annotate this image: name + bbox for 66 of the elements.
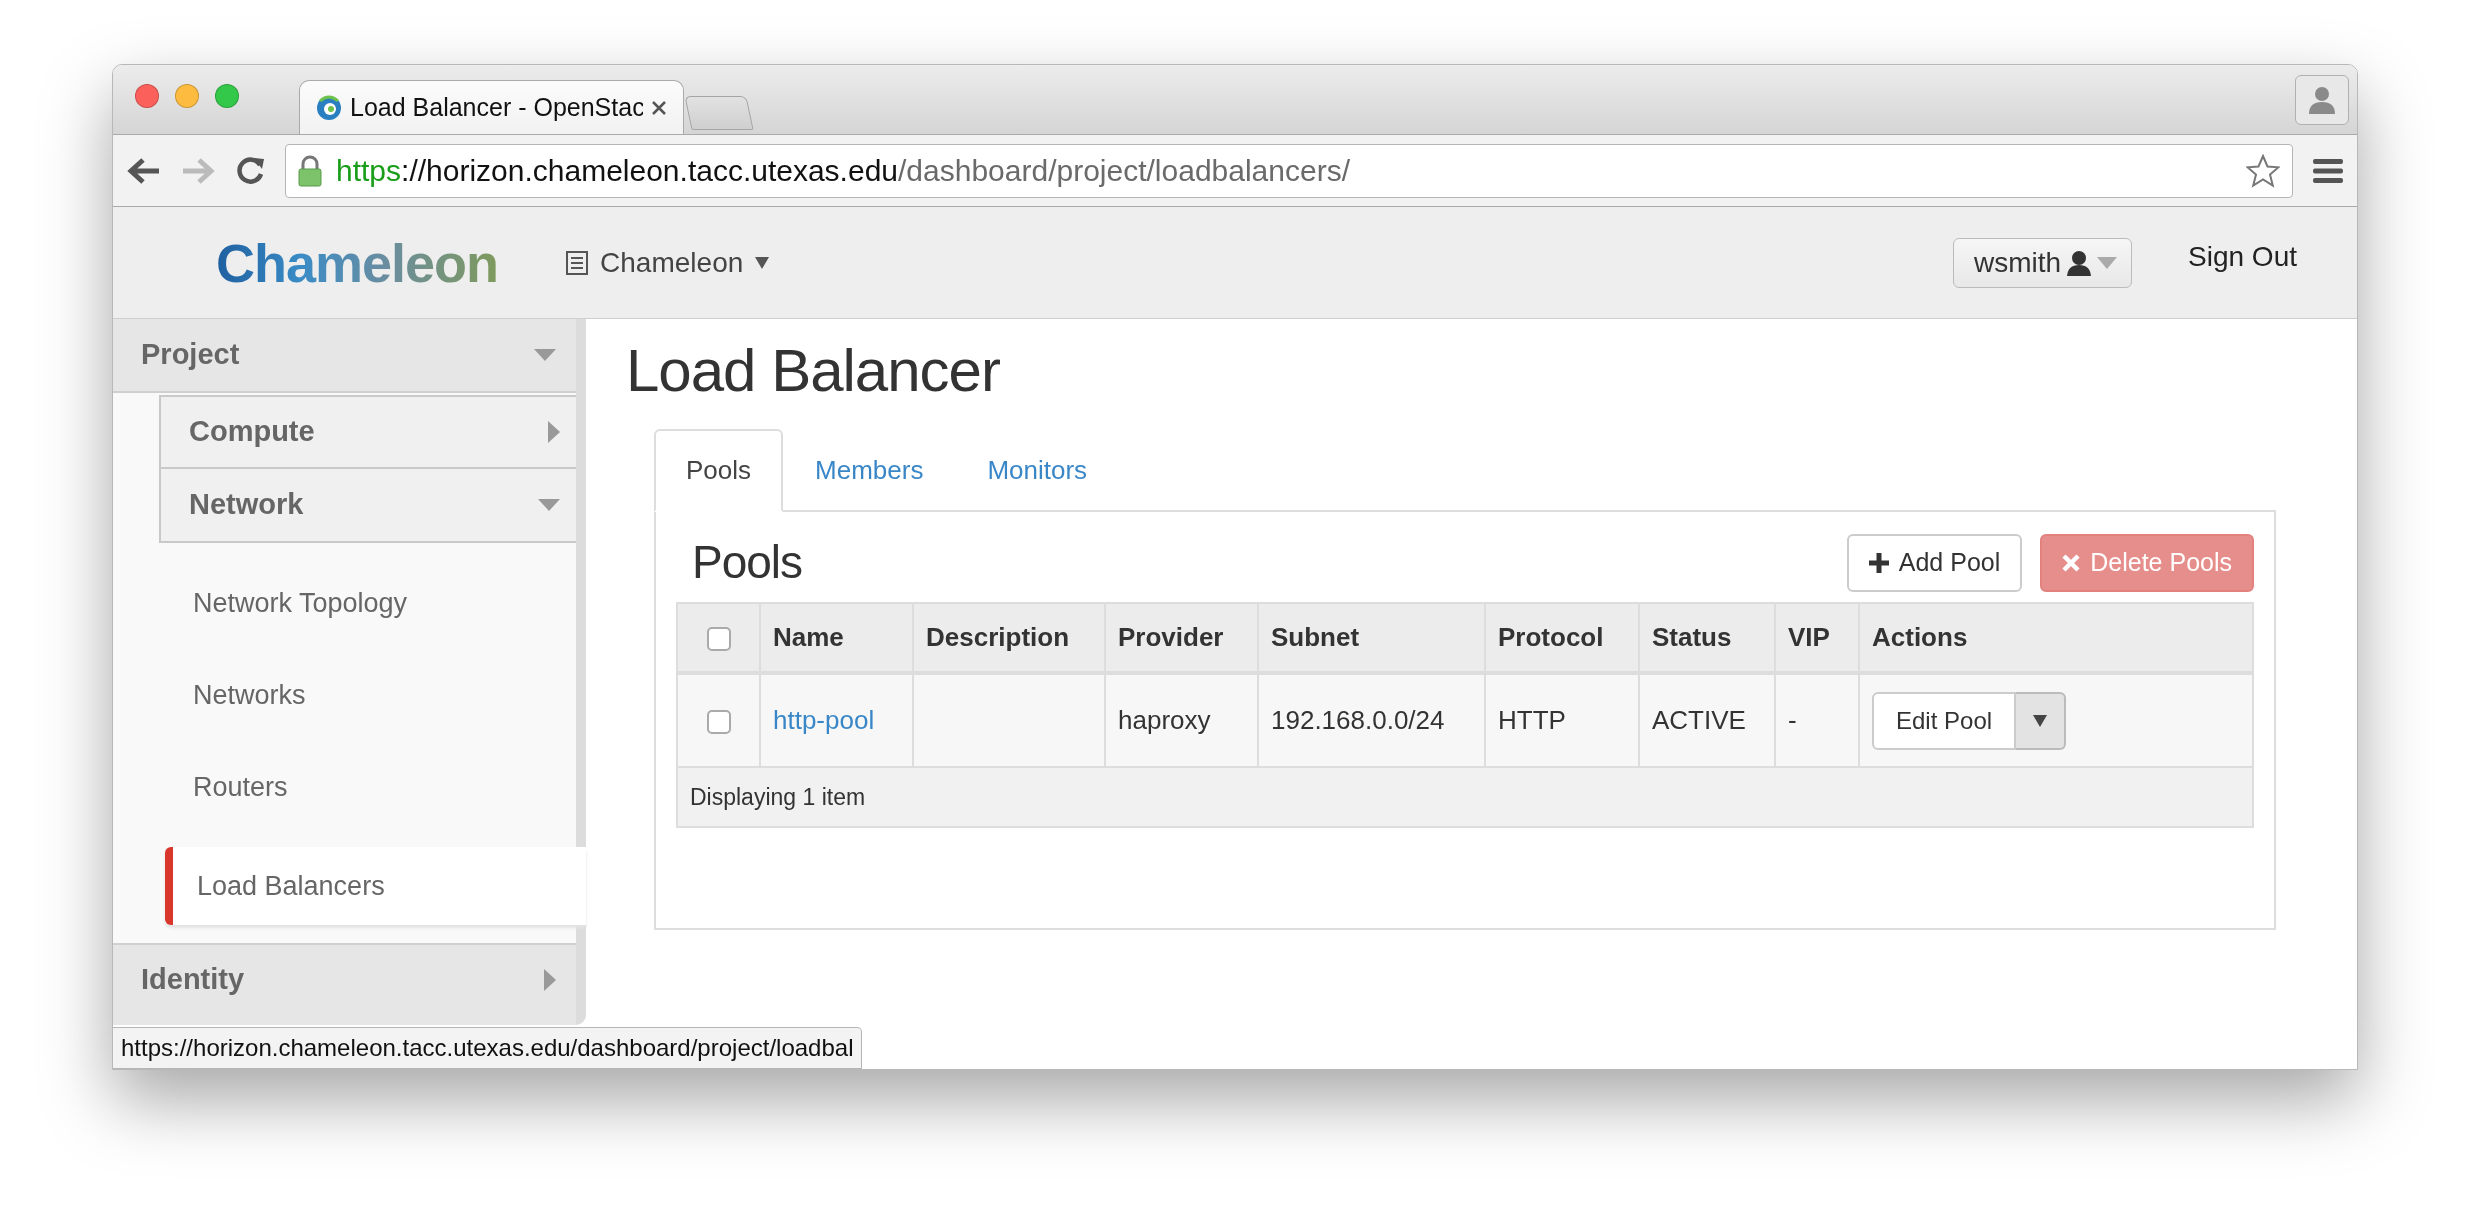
caret-right-icon <box>548 421 560 443</box>
project-dropdown[interactable]: Chameleon <box>560 240 776 285</box>
column-header: Description <box>913 603 1105 673</box>
sidebar-group[interactable]: Network <box>159 469 576 543</box>
sidebar-item[interactable]: Network Topology <box>163 557 576 649</box>
table-footer: Displaying 1 item <box>677 767 2253 827</box>
column-header: Status <box>1639 603 1775 673</box>
profile-button[interactable] <box>2295 74 2349 125</box>
back-icon <box>127 155 161 186</box>
person-icon <box>2309 85 2335 114</box>
user-dropdown[interactable]: wsmith <box>1952 237 2133 288</box>
sidebar-item[interactable]: Routers <box>163 741 576 833</box>
table-cell: HTTP <box>1485 673 1639 767</box>
dropdown-toggle[interactable] <box>2016 691 2067 750</box>
tab[interactable]: Monitors <box>955 429 1120 512</box>
table-cell: - <box>1775 673 1859 767</box>
row-checkbox[interactable] <box>706 710 731 735</box>
column-header: Name <box>760 603 913 673</box>
tab[interactable]: Members <box>783 429 956 512</box>
close-icon[interactable] <box>651 99 667 116</box>
zoom-button[interactable] <box>215 83 239 108</box>
lock-icon <box>298 154 322 187</box>
star-icon[interactable] <box>2246 153 2280 188</box>
caret-right-icon <box>544 969 556 991</box>
tab[interactable]: Pools <box>654 429 784 512</box>
sidebar-item[interactable]: Networks <box>163 649 576 741</box>
menu-icon <box>2313 158 2343 183</box>
sidebar-group[interactable]: Compute <box>159 395 576 469</box>
column-header: Provider <box>1105 603 1258 673</box>
sidebar-item[interactable]: Load Balancers <box>165 847 586 925</box>
caret-down-icon <box>755 256 770 269</box>
list-icon <box>566 250 589 275</box>
sidebar-section[interactable]: Identity <box>113 943 576 1025</box>
column-header: Subnet <box>1258 603 1485 673</box>
status-url-tooltip: https://horizon.chameleon.tacc.utexas.edu/dashboard/project/loadbal <box>113 1027 863 1069</box>
menu-button[interactable] <box>2313 158 2343 183</box>
caret-down-icon <box>2033 714 2048 727</box>
add-button[interactable]: Add Pool <box>1846 534 2023 592</box>
edit-button[interactable]: Edit Pool <box>1872 691 2017 750</box>
new-tab-button[interactable] <box>684 96 754 130</box>
page-title: Load Balancer <box>626 336 1001 406</box>
caret-down-icon <box>2097 256 2118 269</box>
column-header: Actions <box>1859 603 2253 673</box>
section-title: Pools <box>692 535 803 591</box>
close-button[interactable] <box>135 83 159 108</box>
caret-down-icon <box>534 349 556 361</box>
address-bar[interactable]: https://horizon.chameleon.tacc.utexas.edu/dashboard/project/loadbalancers/ <box>285 143 2293 198</box>
sign-out-link[interactable]: Sign Out <box>2188 235 2297 278</box>
table-cell: 192.168.0.0/24 <box>1258 673 1485 767</box>
back-button[interactable] <box>127 155 161 186</box>
reload-button[interactable] <box>235 155 265 186</box>
chameleon-favicon-icon <box>316 94 342 121</box>
x-icon <box>2062 554 2081 572</box>
column-header: Protocol <box>1485 603 1639 673</box>
plus-icon <box>1868 553 1889 573</box>
caret-down-icon <box>538 499 560 511</box>
table-cell: ACTIVE <box>1639 673 1775 767</box>
forward-icon <box>181 155 215 186</box>
url-text: https://horizon.chameleon.tacc.utexas.edu/dashboard/project/loadbalancers/ <box>336 153 1351 189</box>
table-cell: haproxy <box>1105 673 1258 767</box>
user-icon <box>2067 249 2092 276</box>
select-all-checkbox[interactable] <box>706 627 731 652</box>
reload-icon <box>235 155 265 186</box>
minimize-button[interactable] <box>175 83 199 108</box>
sidebar-section[interactable]: Project <box>113 319 576 393</box>
column-header: VIP <box>1775 603 1859 673</box>
